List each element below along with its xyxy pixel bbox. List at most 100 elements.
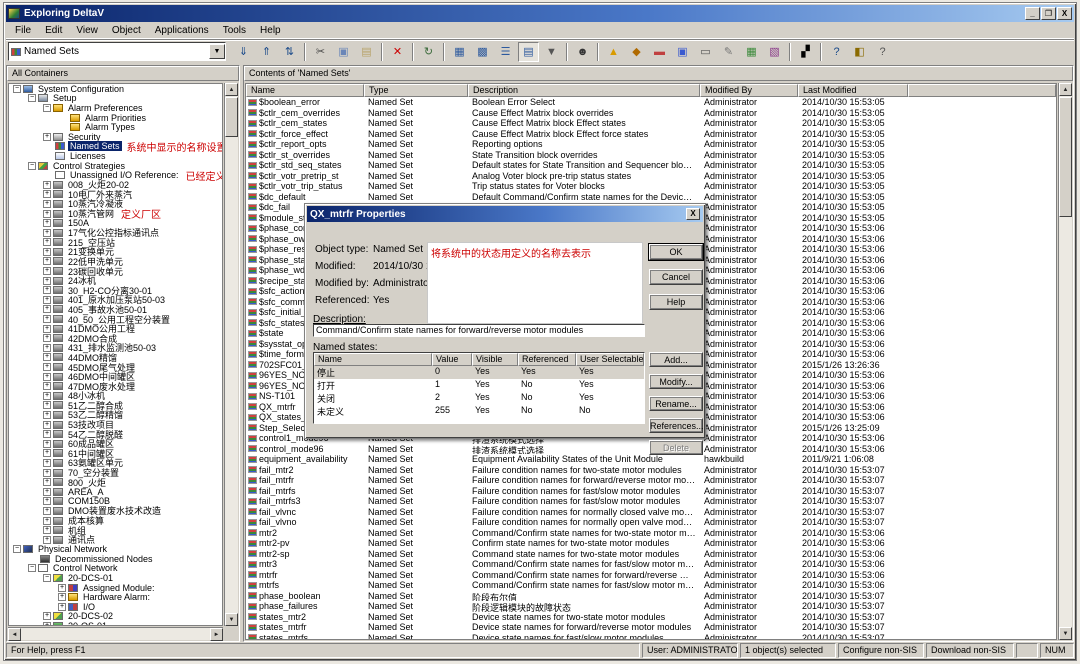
table-row[interactable]: $ctlr_cem_overridesNamed SetCause Effect… xyxy=(246,108,1056,119)
cancel-button[interactable]: Cancel xyxy=(649,269,703,285)
expand-icon[interactable]: + xyxy=(43,334,51,342)
collapse-icon[interactable]: − xyxy=(28,162,36,170)
table-row[interactable]: $ctlr_st_overridesNamed SetState Transit… xyxy=(246,150,1056,161)
security-icon[interactable]: ◆ xyxy=(626,42,647,62)
small-icons-view-icon[interactable]: ▩ xyxy=(472,42,493,62)
tree-item-20-dcs-01[interactable]: −20-DCS-01 xyxy=(9,573,222,583)
ns-column-user-selectable[interactable]: User Selectable xyxy=(576,353,644,366)
tree-item-alarm-types[interactable]: Alarm Types xyxy=(9,122,222,132)
tree-item-机组[interactable]: +机组 xyxy=(9,525,222,535)
menu-view[interactable]: View xyxy=(69,23,105,38)
table-row[interactable]: $ctlr_std_seq_statesNamed SetDefault sta… xyxy=(246,160,1056,171)
table-row[interactable]: states_mtrfsNamed SetDevice state names … xyxy=(246,633,1056,641)
expand-icon[interactable]: + xyxy=(43,267,51,275)
table-row[interactable]: states_mtrfrNamed SetDevice state names … xyxy=(246,622,1056,633)
tree-item-20-os-01[interactable]: +20-OS-01 xyxy=(9,621,222,626)
add-button[interactable]: Add... xyxy=(649,352,703,367)
named-state-row[interactable]: 关闭2YesNoYes xyxy=(314,392,644,405)
table-row[interactable]: $dc_defaultNamed SetDefault Command/Conf… xyxy=(246,192,1056,203)
table-row[interactable]: fail_mtrfsNamed SetFailure condition nam… xyxy=(246,486,1056,497)
rename-button[interactable]: Rename... xyxy=(649,396,703,411)
table-row[interactable]: mtrfsNamed SetCommand/Confirm state name… xyxy=(246,580,1056,591)
expand-icon[interactable]: + xyxy=(43,421,51,429)
expand-icon[interactable]: + xyxy=(43,296,51,304)
container-combobox[interactable]: Named Sets ▼ xyxy=(8,42,226,61)
collapse-icon[interactable]: − xyxy=(28,564,36,572)
expand-icon[interactable]: + xyxy=(43,478,51,486)
expand-icon[interactable]: + xyxy=(43,622,51,626)
menu-applications[interactable]: Applications xyxy=(148,23,216,38)
modify-button[interactable]: Modify... xyxy=(649,374,703,389)
expand-icon[interactable]: + xyxy=(43,517,51,525)
expand-icon[interactable]: + xyxy=(43,344,51,352)
ns-column-value[interactable]: Value xyxy=(432,353,472,366)
close-button[interactable]: X xyxy=(1057,7,1072,20)
explorer-download-icon[interactable]: ⇓ xyxy=(233,42,254,62)
expand-icon[interactable]: + xyxy=(43,373,51,381)
tree-item-10蒸汽管网[interactable]: +10蒸汽管网定义厂区 xyxy=(9,209,222,219)
tree-item-dmo装置废水技术改造[interactable]: +DMO装置废水技术改造 xyxy=(9,506,222,516)
expand-icon[interactable]: + xyxy=(43,469,51,477)
expand-icon[interactable]: + xyxy=(43,536,51,544)
named-state-row[interactable]: 停止0YesYesYes xyxy=(314,366,644,379)
help-icon[interactable]: ? xyxy=(826,42,847,62)
expand-icon[interactable]: + xyxy=(43,401,51,409)
expand-icon[interactable]: + xyxy=(43,507,51,515)
expand-icon[interactable]: + xyxy=(43,229,51,237)
ns-column-referenced[interactable]: Referenced xyxy=(518,353,576,366)
description-input[interactable]: Command/Confirm state names for forward/… xyxy=(313,324,645,337)
menu-object[interactable]: Object xyxy=(105,23,148,38)
whats-this-icon[interactable]: ? xyxy=(872,42,893,62)
table-row[interactable]: fail_mtrfs3Named SetFailure condition na… xyxy=(246,496,1056,507)
tree-item-alarm-preferences[interactable]: −Alarm Preferences xyxy=(9,103,222,113)
expand-icon[interactable]: + xyxy=(43,286,51,294)
table-row[interactable]: states_mtr2Named SetDevice state names f… xyxy=(246,612,1056,623)
tree-horizontal-scrollbar[interactable]: ◄ ► xyxy=(8,627,223,640)
named-state-row[interactable]: 打开1YesNoYes xyxy=(314,379,644,392)
expand-icon[interactable]: + xyxy=(43,411,51,419)
expand-icon[interactable]: + xyxy=(43,449,51,457)
table-icon[interactable]: ▦ xyxy=(741,42,762,62)
tree-item-named-sets[interactable]: Named Sets系统中显示的名称设置 xyxy=(9,142,222,152)
table-row[interactable]: $ctlr_votr_trip_statusNamed SetTrip stat… xyxy=(246,181,1056,192)
table-row[interactable]: $ctlr_cem_statesNamed SetCause Effect Ma… xyxy=(246,118,1056,129)
table-row[interactable]: fail_mtr2Named SetFailure condition name… xyxy=(246,465,1056,476)
expand-icon[interactable]: + xyxy=(43,181,51,189)
list-view-icon[interactable]: ☰ xyxy=(495,42,516,62)
expand-icon[interactable]: + xyxy=(43,459,51,467)
tree-item-hardware-alarm-[interactable]: +Hardware Alarm: xyxy=(9,592,222,602)
list-vertical-scrollbar[interactable]: ▲ ▼ xyxy=(1058,83,1072,640)
expand-icon[interactable]: + xyxy=(43,219,51,227)
explorer-upload-icon[interactable]: ⇑ xyxy=(256,42,277,62)
scroll-down-icon[interactable]: ▼ xyxy=(1059,627,1072,640)
table-row[interactable]: mtr3Named SetCommand/Confirm state names… xyxy=(246,559,1056,570)
expand-icon[interactable]: + xyxy=(58,603,66,611)
history-icon[interactable]: ▧ xyxy=(764,42,785,62)
collapse-icon[interactable]: − xyxy=(13,545,21,553)
table-row[interactable]: $ctlr_votr_pretrip_stNamed SetAnalog Vot… xyxy=(246,171,1056,182)
tree-vertical-scrollbar[interactable]: ▲ ▼ xyxy=(224,83,238,626)
maximize-button[interactable]: ❐ xyxy=(1041,7,1056,20)
column-header-modified-by[interactable]: Modified By xyxy=(700,84,798,97)
expand-icon[interactable]: + xyxy=(43,238,51,246)
expand-icon[interactable]: + xyxy=(43,526,51,534)
tree-item-20-dcs-02[interactable]: +20-DCS-02 xyxy=(9,612,222,622)
tree-item-decommissioned-nodes[interactable]: Decommissioned Nodes xyxy=(9,554,222,564)
book-icon[interactable]: ▬ xyxy=(649,42,670,62)
ns-column-name[interactable]: Name xyxy=(314,353,432,366)
collapse-icon[interactable]: − xyxy=(43,574,51,582)
filter-icon[interactable]: ▼ xyxy=(541,42,562,62)
table-row[interactable]: mtrfrNamed SetCommand/Confirm state name… xyxy=(246,570,1056,581)
assign-icon[interactable]: ⇅ xyxy=(279,42,300,62)
expand-icon[interactable]: + xyxy=(43,277,51,285)
tree-item-通讯点[interactable]: +通讯点 xyxy=(9,535,222,545)
tree-item-setup[interactable]: −Setup xyxy=(9,94,222,104)
tree-item-alarm-priorities[interactable]: Alarm Priorities xyxy=(9,113,222,123)
table-row[interactable]: $ctlr_report_optsNamed SetReporting opti… xyxy=(246,139,1056,150)
column-header-last-modified[interactable]: Last Modified xyxy=(798,84,908,97)
table-row[interactable]: $ctlr_force_effectNamed SetCause Effect … xyxy=(246,129,1056,140)
collapse-icon[interactable]: − xyxy=(43,104,51,112)
expand-icon[interactable]: + xyxy=(43,612,51,620)
table-row[interactable]: fail_vlvnoNamed SetFailure condition nam… xyxy=(246,517,1056,528)
tree-item-physical-network[interactable]: −Physical Network xyxy=(9,545,222,555)
